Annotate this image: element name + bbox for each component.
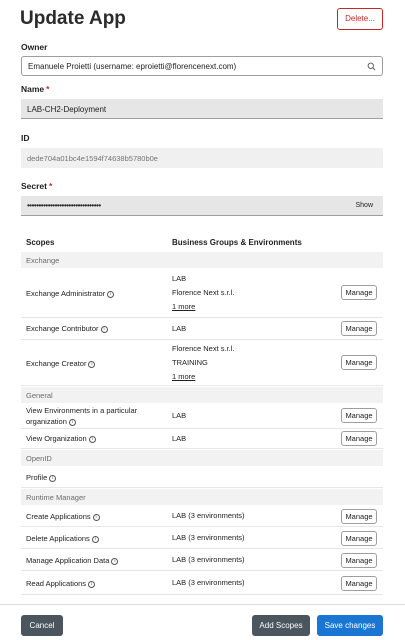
table-row: Exchange Creator i Florence Next s.r.l. T…: [21, 340, 383, 386]
id-value: dede704a01bc4e1594f74638b5780b0e: [27, 154, 158, 163]
info-icon[interactable]: i: [92, 513, 100, 521]
scope-name: View Organization i: [26, 433, 96, 444]
col-scopes-header: Scopes: [26, 238, 55, 247]
id-label: ID: [21, 133, 30, 143]
manage-button[interactable]: Manage: [341, 531, 377, 546]
manage-button[interactable]: Manage: [341, 285, 377, 300]
scope-name: Delete Applications i: [26, 533, 99, 544]
manage-button[interactable]: Manage: [341, 431, 377, 446]
manage-button[interactable]: Manage: [341, 408, 377, 423]
save-changes-button[interactable]: Save changes: [317, 615, 383, 636]
table-row: View Organization i LAB Manage: [21, 429, 383, 449]
table-row: Manage Application Data i LAB (3 environm…: [21, 549, 383, 571]
info-icon[interactable]: i: [107, 290, 115, 298]
scope-name: Manage Application Data i: [26, 555, 119, 566]
add-scopes-button[interactable]: Add Scopes: [252, 615, 310, 636]
owner-label: Owner: [21, 42, 48, 52]
id-field: dede704a01bc4e1594f74638b5780b0e: [21, 148, 383, 168]
info-icon[interactable]: i: [88, 360, 96, 368]
footer-divider: [0, 604, 405, 605]
scope-name: Read Applications i: [26, 578, 96, 589]
table-row: View Environments in a particular organiz…: [21, 403, 383, 429]
scope-name: Exchange Creator i: [26, 358, 96, 369]
secret-input[interactable]: •••••••••••••••••••••••••••••••• Show: [21, 196, 383, 216]
table-row: Delete Applications i LAB (3 environments…: [21, 527, 383, 549]
name-label: Name *: [21, 84, 50, 94]
search-icon[interactable]: [367, 62, 376, 71]
cancel-button[interactable]: Cancel: [21, 615, 63, 636]
name-value: LAB-CH2-Deployment: [27, 105, 107, 114]
delete-button[interactable]: Delete...: [337, 8, 383, 30]
info-icon[interactable]: i: [111, 557, 119, 565]
table-row: Read Applications i LAB (3 environments) …: [21, 571, 383, 595]
show-secret-button[interactable]: Show: [355, 202, 373, 209]
section-exchange: Exchange: [21, 252, 383, 268]
manage-button[interactable]: Manage: [341, 509, 377, 524]
table-row: Exchange Contributor i LAB Manage: [21, 318, 383, 340]
table-row: Create Applications i LAB (3 environments…: [21, 505, 383, 527]
section-general: General: [21, 387, 383, 403]
owner-field[interactable]: Emanuele Proietti (username: eproietti@f…: [21, 56, 383, 76]
scope-name: Profile i: [26, 472, 57, 483]
more-link[interactable]: 1 more: [172, 372, 195, 381]
section-runtime-manager: Runtime Manager: [21, 489, 383, 505]
manage-button[interactable]: Manage: [341, 321, 377, 336]
manage-button[interactable]: Manage: [341, 553, 377, 568]
col-groups-header: Business Groups & Environments: [172, 238, 302, 247]
scope-name: View Environments in a particular organiz…: [26, 406, 138, 426]
scope-name: Create Applications i: [26, 511, 100, 522]
scope-name: Exchange Contributor i: [26, 323, 108, 334]
section-openid: OpenID: [21, 450, 383, 466]
more-link[interactable]: 1 more: [172, 302, 195, 311]
page-title: Update App: [20, 8, 126, 29]
info-icon[interactable]: i: [49, 474, 57, 482]
name-input[interactable]: LAB-CH2-Deployment: [21, 99, 383, 119]
manage-button[interactable]: Manage: [341, 355, 377, 370]
secret-label: Secret *: [21, 181, 53, 191]
secret-value: ••••••••••••••••••••••••••••••••: [27, 201, 101, 210]
manage-button[interactable]: Manage: [341, 576, 377, 591]
info-icon[interactable]: i: [88, 580, 96, 588]
info-icon[interactable]: i: [100, 325, 108, 333]
owner-value: Emanuele Proietti (username: eproietti@f…: [28, 62, 237, 71]
info-icon[interactable]: i: [88, 435, 96, 443]
header: Update App Delete...: [20, 8, 385, 36]
info-icon[interactable]: i: [68, 418, 76, 426]
table-row: Exchange Administrator i LAB Florence Nex…: [21, 268, 383, 318]
scope-name: Exchange Administrator i: [26, 288, 115, 299]
info-icon[interactable]: i: [91, 535, 99, 543]
table-row: Profile i: [21, 466, 383, 488]
